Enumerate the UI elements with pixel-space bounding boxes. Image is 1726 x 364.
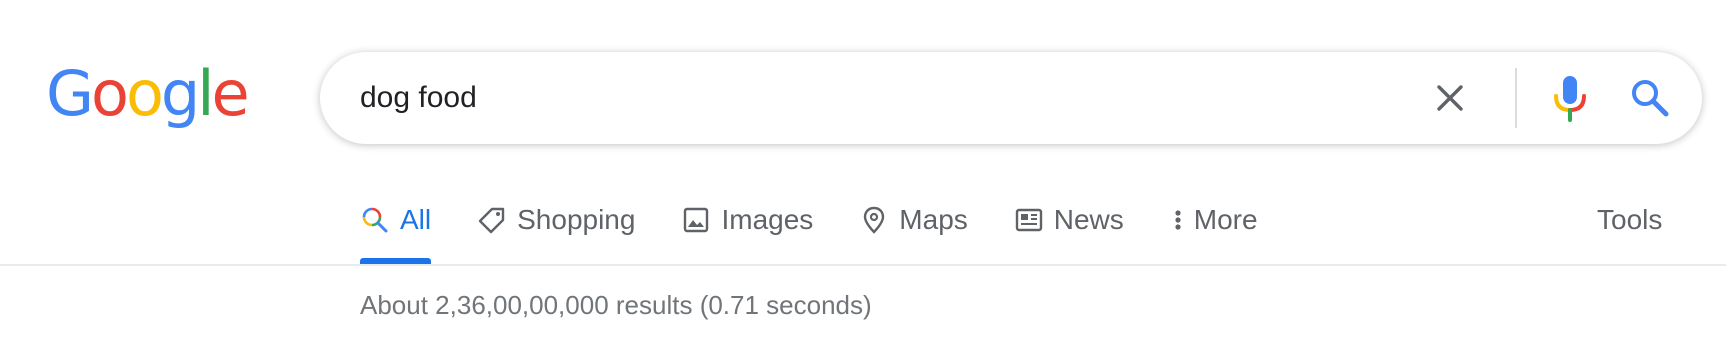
tab-label: Maps [899,204,968,235]
more-vert-icon [1175,210,1181,230]
tab-images[interactable]: Images [681,196,813,244]
tab-all[interactable]: All [360,196,432,264]
map-pin-icon [864,206,885,234]
search-tabs: All Shopping Images Maps News More [360,196,1304,266]
logo-letter-1: G [46,57,94,130]
logo-letter-3: o [125,57,164,130]
logo-letter-2: o [91,57,129,130]
close-icon [1437,85,1463,111]
image-icon [684,207,709,233]
search-submit-button[interactable] [1628,76,1672,120]
tab-news[interactable]: News [1014,196,1124,244]
search-icon [1632,80,1669,117]
search-input[interactable] [360,74,1360,122]
tools-label: Tools [1597,204,1663,235]
tab-shopping[interactable]: Shopping [477,196,635,244]
tab-label: All [400,204,432,235]
mic-icon [1554,76,1586,122]
tools-button[interactable]: Tools [1597,196,1662,244]
tab-label: Shopping [517,204,636,235]
tab-more[interactable]: More [1170,196,1258,244]
search-results-page: Google dog food All Shopping Images Maps… [0,0,1726,364]
voice-search-button[interactable] [1550,72,1590,124]
search-icon [362,207,388,233]
tab-label: Images [721,204,814,235]
tab-label: More [1193,204,1258,235]
logo-letter-6: e [211,57,250,130]
google-logo[interactable]: Google [46,57,250,130]
tag-icon [478,207,505,234]
tab-maps[interactable]: Maps [859,196,968,244]
news-icon [1015,208,1042,232]
tabs-divider [0,264,1726,266]
search-box [320,52,1702,144]
search-box-divider [1515,68,1517,128]
logo-letter-5: l [197,57,214,130]
result-stats: About 2,36,00,00,000 results (0.71 secon… [360,290,872,320]
tab-label: News [1053,204,1124,235]
logo-letter-4: g [160,57,200,130]
clear-button[interactable] [1430,78,1470,118]
